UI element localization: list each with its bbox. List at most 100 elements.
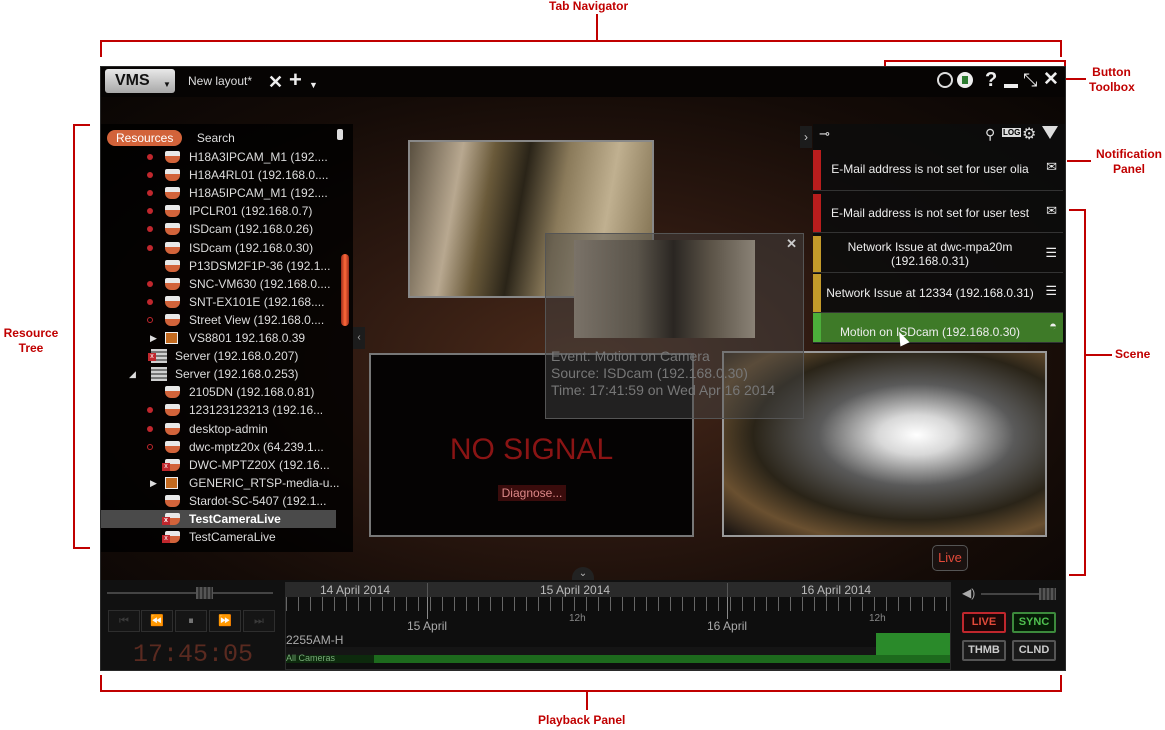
collapse-notifications-icon[interactable]: ›: [800, 126, 812, 148]
tab-search[interactable]: Search: [197, 131, 235, 145]
all-cameras-recording: [374, 655, 950, 663]
camera-icon: [165, 295, 180, 308]
resource-item[interactable]: x Server (192.168.0.207): [101, 347, 336, 365]
film-reel-icon[interactable]: [937, 72, 953, 88]
resource-item-label: P13DSM2F1P-36 (192.1...: [189, 258, 331, 273]
server-log-icon[interactable]: ☰: [1045, 246, 1057, 260]
resource-item[interactable]: x DWC-MPTZ20X (192.16...: [101, 456, 336, 474]
notification-item[interactable]: Motion on ISDcam (192.168.0.30) ◓: [813, 313, 1063, 343]
resource-item-label: 2105DN (192.168.0.81): [189, 385, 315, 400]
resource-item[interactable]: ◢ Server (192.168.0.253): [101, 365, 336, 383]
resource-item[interactable]: ▶ VS8801 192.168.0.39: [101, 329, 336, 347]
resource-item[interactable]: IPCLR01 (192.168.0.7): [101, 202, 336, 220]
resource-tree-bracket: [73, 124, 90, 549]
pin-icon[interactable]: [337, 129, 343, 140]
tick-label-16: 16 April: [707, 619, 748, 633]
date-14: 14 April 2014: [320, 583, 391, 597]
skip-forward-button[interactable]: ⏭: [243, 610, 275, 632]
resource-item[interactable]: SNT-EX101E (192.168....: [101, 293, 336, 311]
help-icon[interactable]: ?: [985, 70, 997, 90]
resource-item[interactable]: x TestCameraLive: [101, 510, 336, 528]
resource-item[interactable]: SNC-VM630 (192.168.0....: [101, 275, 336, 293]
connection-status-icon[interactable]: [957, 72, 973, 88]
volume-icon[interactable]: ◀): [962, 586, 975, 600]
resource-item[interactable]: 2105DN (192.168.0.81): [101, 383, 336, 401]
resource-item-label: Stardot-SC-5407 (192.1...: [189, 493, 327, 508]
maximize-icon[interactable]: ⤡: [1023, 71, 1037, 89]
timeline[interactable]: 14 April 2014 15 April 2014 16 April 201…: [285, 582, 951, 670]
resource-item[interactable]: 123123123213 (192.16...: [101, 401, 336, 419]
recording-status-icon: [147, 172, 153, 179]
diagnose-button[interactable]: Diagnose...: [498, 485, 566, 501]
recording-status-icon: [147, 407, 153, 414]
recording-status-icon: [147, 298, 153, 305]
calendar-button[interactable]: CLND: [1012, 640, 1056, 661]
minimize-icon[interactable]: [1004, 84, 1018, 88]
thumbnails-button[interactable]: THMB: [962, 640, 1006, 661]
pin-icon[interactable]: ⊸: [819, 126, 830, 142]
mail-warning-icon[interactable]: ✉: [1046, 204, 1057, 218]
resource-item[interactable]: dwc-mptz20x (64.239.1...: [101, 438, 336, 456]
forward-button[interactable]: ⏩: [209, 610, 241, 632]
pause-button[interactable]: ⏸: [175, 610, 207, 632]
mail-warning-icon[interactable]: ✉: [1046, 160, 1057, 174]
tab-new-layout[interactable]: New layout*: [188, 74, 252, 88]
settings-icon[interactable]: ⚙: [1022, 124, 1036, 144]
date-16: 16 April 2014: [801, 583, 872, 597]
filter-icon[interactable]: [1042, 126, 1058, 139]
resource-item[interactable]: H18A4RL01 (192.168.0....: [101, 166, 336, 184]
tooltip-close-icon[interactable]: ✕: [786, 236, 797, 252]
tab-navigator-bracket: [100, 40, 1062, 57]
close-tab-icon[interactable]: ✕: [268, 73, 283, 91]
resource-item[interactable]: H18A3IPCAM_M1 (192....: [101, 148, 336, 166]
notification-level-marker: [813, 274, 821, 312]
log-icon[interactable]: LOG: [1002, 128, 1022, 137]
resource-item[interactable]: ISDcam (192.168.0.26): [101, 220, 336, 238]
search-icon[interactable]: ⚲: [985, 126, 995, 143]
live-button[interactable]: LIVE: [962, 612, 1006, 633]
notification-item[interactable]: E-Mail address is not set for user olia ✉: [813, 150, 1063, 191]
notification-item[interactable]: Network Issue at dwc-mpa20m (192.168.0.3…: [813, 236, 1063, 273]
sync-button[interactable]: SYNC: [1012, 612, 1056, 633]
add-tab-icon[interactable]: +: [289, 69, 302, 91]
resource-scrollbar[interactable]: [341, 254, 349, 326]
resource-item[interactable]: P13DSM2F1P-36 (192.1...: [101, 257, 336, 275]
expand-arrow-icon[interactable]: ◢: [129, 365, 136, 383]
collapse-resources-icon[interactable]: ‹: [353, 327, 365, 349]
speed-slider[interactable]: [107, 592, 273, 594]
skip-back-button[interactable]: ⏮: [108, 610, 140, 632]
rewind-button[interactable]: ⏪: [141, 610, 173, 632]
speed-slider-handle[interactable]: [196, 587, 213, 599]
current-time: 17:45:05: [133, 640, 254, 669]
main-menu-button[interactable]: VMS ▼: [105, 69, 175, 93]
notification-item[interactable]: Network Issue at 12334 (192.168.0.31) ☰: [813, 274, 1063, 313]
resource-item[interactable]: H18A5IPCAM_M1 (192....: [101, 184, 336, 202]
expand-arrow-icon[interactable]: ▶: [150, 329, 157, 347]
resource-item[interactable]: x TestCameraLive: [101, 528, 336, 546]
resource-item[interactable]: Stardot-SC-5407 (192.1...: [101, 492, 336, 510]
resource-item[interactable]: desktop-admin: [101, 420, 336, 438]
notification-item[interactable]: E-Mail address is not set for user test ✉: [813, 194, 1063, 233]
tick-ruler: [286, 597, 950, 611]
scene-stem: [1086, 354, 1112, 356]
volume-slider-handle[interactable]: [1039, 588, 1056, 600]
resource-item-label: VS8801 192.168.0.39: [189, 331, 306, 345]
close-window-icon[interactable]: ✕: [1043, 70, 1059, 89]
live-indicator[interactable]: Live: [932, 545, 968, 571]
notification-text: Motion on ISDcam (192.168.0.30): [839, 325, 1021, 339]
server-log-icon[interactable]: ☰: [1045, 284, 1057, 298]
resource-tabs: Resources Search: [107, 129, 235, 146]
resource-item[interactable]: ISDcam (192.168.0.30): [101, 239, 336, 257]
tab-resources[interactable]: Resources: [107, 130, 183, 146]
resource-item-label: GENERIC_RTSP-media-u...: [189, 475, 340, 490]
recording-status-icon: [147, 425, 153, 432]
resource-item[interactable]: Street View (192.168.0....: [101, 311, 336, 329]
camera-icon: [165, 494, 180, 507]
scene-bracket: [1069, 209, 1086, 576]
resource-item-label: ISDcam (192.168.0.30): [189, 240, 314, 255]
resource-item[interactable]: ▶ GENERIC_RTSP-media-u...: [101, 474, 340, 492]
expand-arrow-icon[interactable]: ▶: [150, 474, 157, 492]
camera-icon[interactable]: ◓: [1049, 319, 1057, 333]
tab-list-dropdown-icon[interactable]: ▼: [309, 76, 318, 94]
tick-major: [727, 597, 728, 619]
